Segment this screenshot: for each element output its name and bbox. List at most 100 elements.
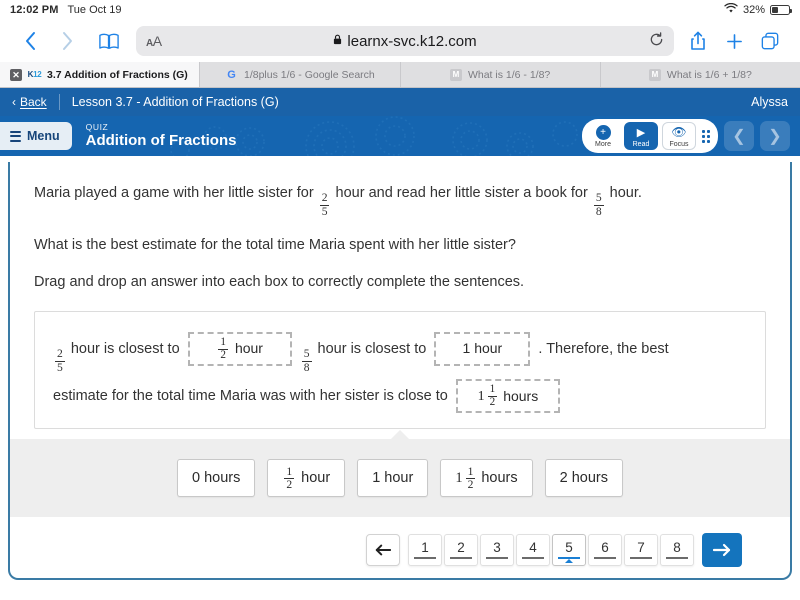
fraction-2-5: 2 5 xyxy=(319,191,330,218)
user-name[interactable]: Alyssa xyxy=(751,95,788,109)
arrow-right-icon xyxy=(713,544,731,557)
page-button-1[interactable]: 1 xyxy=(408,534,442,567)
page-button-4[interactable]: 4 xyxy=(516,534,550,567)
lesson-title: Lesson 3.7 - Addition of Fractions (G) xyxy=(71,95,279,109)
new-tab-button[interactable] xyxy=(718,24,750,58)
page-button-5[interactable]: 5 xyxy=(552,534,586,567)
question-panel: Maria played a game with her little sist… xyxy=(8,162,792,580)
sentence-text-a: hour is closest to xyxy=(70,340,180,357)
quiz-next-button[interactable]: ❯ xyxy=(760,121,790,151)
page-button-6[interactable]: 6 xyxy=(588,534,622,567)
text-size-button[interactable]: AA xyxy=(146,33,162,49)
sentence-1: 2 5 hour is closest to 1 2 hour 5 8 hour… xyxy=(53,331,747,374)
mathway-favicon: M xyxy=(449,68,462,81)
choice-label: 0 hours xyxy=(191,470,241,487)
google-favicon: G xyxy=(227,68,236,81)
menu-label: Menu xyxy=(27,129,60,143)
mixed-number-1-1-2: 1 1 2 xyxy=(455,464,476,492)
dropzone-3[interactable]: 1 1 2 hours xyxy=(455,379,560,414)
tab-title: What is 1/6 + 1/8? xyxy=(666,68,752,81)
arrow-left-icon xyxy=(375,544,391,556)
choice-1-and-half-hours[interactable]: 1 1 2 hours xyxy=(440,459,533,498)
browser-back-button[interactable] xyxy=(14,24,48,58)
choice-label: hours xyxy=(481,470,518,487)
show-tabs-button[interactable] xyxy=(754,24,786,58)
share-button[interactable] xyxy=(682,24,714,58)
sentence-text-c: . Therefore, the best xyxy=(538,340,669,357)
plus-circle-icon: + xyxy=(595,124,611,140)
quiz-title: Addition of Fractions xyxy=(85,131,237,149)
bookmarks-button[interactable] xyxy=(92,24,126,58)
back-button[interactable]: ‹ Back xyxy=(12,95,47,109)
grid-dots-icon[interactable] xyxy=(702,129,710,143)
close-icon[interactable]: ✕ xyxy=(10,68,22,81)
tab-title: What is 1/6 - 1/8? xyxy=(467,68,551,81)
k12-favicon: K 12 xyxy=(27,70,42,79)
eye-icon: 👁 xyxy=(671,125,687,139)
tool-cluster: + More ▶ Read 👁 Focus xyxy=(582,119,718,153)
dropzone-1-unit: hour xyxy=(234,340,263,357)
browser-tab-3[interactable]: M What is 1/6 + 1/8? xyxy=(601,62,800,87)
tab-title: 1/8plus 1/6 - Google Search xyxy=(244,68,375,81)
page-number-list: 1 2 3 4 5 6 7 8 xyxy=(408,534,694,567)
reload-icon[interactable] xyxy=(649,32,664,50)
page-button-3[interactable]: 3 xyxy=(480,534,514,567)
browser-forward-button[interactable] xyxy=(50,24,84,58)
wifi-icon xyxy=(724,2,738,17)
browser-tab-1[interactable]: G 1/8plus 1/6 - Google Search xyxy=(200,62,401,87)
page-button-2[interactable]: 2 xyxy=(444,534,478,567)
choice-2-hours[interactable]: 2 hours xyxy=(544,459,624,498)
back-label: Back xyxy=(20,95,47,109)
choice-label: 2 hours xyxy=(559,470,609,487)
sentence-2: estimate for the total time Maria was wi… xyxy=(53,379,747,414)
lesson-header: ‹ Back Lesson 3.7 - Addition of Fraction… xyxy=(0,88,800,116)
mathway-favicon: M xyxy=(648,68,661,81)
address-bar[interactable]: AA learnx-svc.k12.com xyxy=(136,26,674,56)
quiz-kicker: QUIZ xyxy=(85,121,109,132)
battery-icon xyxy=(770,5,792,15)
choice-half-hour[interactable]: 1 2 hour xyxy=(267,459,346,498)
question-line-2: What is the best estimate for the total … xyxy=(34,236,516,253)
focus-button[interactable]: 👁 Focus xyxy=(662,122,696,150)
play-icon: ▶ xyxy=(636,126,646,139)
status-time: 12:02 PM xyxy=(10,4,59,16)
fraction-1-2: 1 2 xyxy=(284,464,295,492)
url-text: learnx-svc.k12.com xyxy=(347,32,477,50)
browser-tab-0[interactable]: ✕ K 12 3.7 Addition of Fractions (G) xyxy=(0,62,201,87)
content-area: Maria played a game with her little sist… xyxy=(0,156,800,588)
ios-status-bar: 12:02 PM Tue Oct 19 32% xyxy=(0,0,800,20)
question-text-a: Maria played a game with her little sist… xyxy=(34,185,314,201)
page-button-7[interactable]: 7 xyxy=(624,534,658,567)
focus-label: Focus xyxy=(669,140,689,148)
previous-question-button[interactable] xyxy=(366,534,400,567)
browser-toolbar: AA learnx-svc.k12.com xyxy=(0,20,800,62)
fraction-5-8: 5 8 xyxy=(301,347,312,374)
answer-construction-box: 2 5 hour is closest to 1 2 hour 5 8 hour… xyxy=(34,310,766,430)
status-date: Tue Oct 19 xyxy=(67,4,122,16)
read-button[interactable]: ▶ Read xyxy=(624,122,658,150)
hamburger-icon xyxy=(10,130,21,142)
fraction-5-8: 5 8 xyxy=(593,191,604,218)
next-question-button[interactable] xyxy=(702,533,742,568)
more-button[interactable]: + More xyxy=(586,122,620,150)
choice-label: hour xyxy=(301,470,331,487)
question-line-1: Maria played a game with her little sist… xyxy=(34,184,766,218)
fraction-2-5: 2 5 xyxy=(55,347,65,374)
dropzone-1[interactable]: 1 2 hour xyxy=(187,331,292,366)
quiz-prev-button[interactable]: ❮ xyxy=(724,121,754,151)
menu-button[interactable]: Menu xyxy=(0,122,72,150)
mixed-number-1-1-2: 1 1 2 xyxy=(477,383,498,409)
choice-0-hours[interactable]: 0 hours xyxy=(176,459,256,498)
page-button-8[interactable]: 8 xyxy=(660,534,694,567)
browser-tab-2[interactable]: M What is 1/6 - 1/8? xyxy=(401,62,601,87)
question-text-c: hour. xyxy=(609,185,642,201)
tab-title: 3.7 Addition of Fractions (G) xyxy=(47,68,188,81)
dropzone-2[interactable]: 1 hour xyxy=(434,331,531,366)
chevron-left-icon: ‹ xyxy=(12,95,16,109)
answer-choices-tray: 0 hours 1 2 hour 1 hour 1 1 2 hours 2 ho… xyxy=(10,430,790,518)
pagination: 1 2 3 4 5 6 7 8 xyxy=(34,517,766,568)
choice-label: 1 hour xyxy=(372,470,414,487)
choice-1-hour[interactable]: 1 hour xyxy=(357,459,429,498)
tab-strip: ✕ K 12 3.7 Addition of Fractions (G) G 1/… xyxy=(0,62,800,88)
quiz-title-block: QUIZ Addition of Fractions xyxy=(85,121,237,150)
